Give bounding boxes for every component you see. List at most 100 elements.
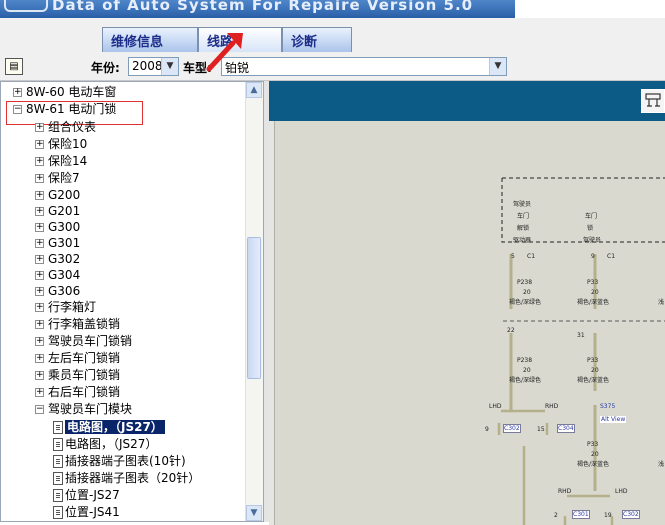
model-select[interactable]: 铂锐 ▼ [221,57,507,76]
tree-item[interactable]: + G200 [35,187,80,203]
tree-item[interactable]: −8W-61 电动门锁 [13,101,116,117]
tree-item[interactable]: + G201 [35,203,80,219]
expand-icon[interactable]: + [35,337,44,346]
wiring-diagram: 驾驶员 车门 解锁 驱动器 车门 锁 驾驶员 5 C1 9 C1 P238 20… [274,121,665,525]
tree-item[interactable]: 位置-JS27 [53,487,120,503]
scroll-down-icon[interactable]: ▼ [246,505,262,521]
tree-item[interactable]: + 保险14 [35,153,87,169]
app-logo-icon [4,0,48,12]
tree-item[interactable]: + 驾驶员车门锁销 [35,333,132,349]
expand-icon[interactable]: + [35,287,44,296]
notes-icon[interactable]: ▤ [5,58,23,75]
diagram-label: 15 [537,426,545,433]
tree-item[interactable]: + 保险10 [35,136,87,152]
diagram-label: 19 [604,512,612,519]
expand-icon[interactable]: + [35,371,44,380]
document-icon [53,421,63,434]
diagram-label: S375 [600,403,616,410]
tree-item[interactable]: 位置-JS41 [53,504,120,520]
diagram-label: 褐色/深绿色 [509,299,542,306]
diagram-label: LHD [615,488,628,495]
tree-item[interactable]: + 左后车门锁销 [35,350,120,366]
collapse-icon[interactable]: − [35,405,44,414]
diagram-label: 解锁 [517,225,530,232]
diagram-label: 车门 [517,213,530,220]
tree-item[interactable]: + G301 [35,235,80,251]
tree-item[interactable]: +8W-60 电动车窗 [13,84,116,100]
document-icon [53,438,63,451]
tree-item[interactable]: + 保险7 [35,170,80,186]
tree-item[interactable]: + 行李箱灯 [35,299,96,315]
diagram-label: 浅 [658,299,665,306]
chevron-down-icon[interactable]: ▼ [489,58,506,75]
diagram-label: C302 [622,510,640,519]
expand-icon[interactable]: + [35,388,44,397]
diagram-label: 褐色/深蓝色 [577,377,610,384]
diagram-label: 驱动器 [513,237,532,244]
diagram-label: 车门 [585,213,598,220]
diagram-label: 31 [577,332,585,339]
expand-icon[interactable]: + [13,88,22,97]
tree-item[interactable]: + 乘员车门锁销 [35,367,120,383]
diagram-label: 驾驶员 [583,237,602,244]
tree-item[interactable]: + 行李箱盖锁销 [35,316,120,332]
scroll-thumb[interactable] [247,237,261,379]
chevron-down-icon[interactable]: ▼ [161,58,178,75]
tree-item[interactable]: + 组合仪表 [35,119,96,135]
title-bar: Data of Auto System For Repaire Version … [0,0,515,18]
tab-wiring[interactable]: 线路 [198,27,282,52]
diagram-label: C301 [572,510,590,519]
expand-icon[interactable]: + [35,320,44,329]
tree-item[interactable]: + G304 [35,267,80,283]
diagram-label: 22 [507,327,515,334]
tree-item[interactable]: 插接器端子图表（20针） [53,470,200,486]
tree-item[interactable]: + 右后车门锁销 [35,384,120,400]
tree-item-selected[interactable]: 电路图，（JS27） [53,419,165,435]
diagram-label: Alt View [600,416,627,423]
expand-icon[interactable]: + [35,354,44,363]
expand-icon[interactable]: + [35,303,44,312]
diagram-label: 20 [591,289,599,296]
tree-item[interactable]: 电路图，（JS27） [53,436,157,452]
tree-item[interactable]: + G302 [35,251,80,267]
tree-pane: +8W-60 电动车窗 −8W-61 电动门锁 + 组合仪表 + 保险10 + 保险1… [0,81,264,522]
document-icon [53,472,63,485]
expand-icon[interactable]: + [35,239,44,248]
expand-icon[interactable]: + [35,191,44,200]
diagram-view-icon[interactable] [641,89,665,113]
document-icon [53,506,63,519]
window-title: Data of Auto System For Repaire Version … [52,0,474,14]
scroll-up-icon[interactable]: ▲ [246,82,262,98]
diagram-label: 褐色/深蓝色 [577,461,610,468]
year-select[interactable]: 2008 ▼ [128,57,179,76]
tree-scrollbar[interactable]: ▲ ▼ [245,82,263,521]
diagram-label: P33 [587,279,599,286]
diagram-label: P33 [587,441,599,448]
tree-item[interactable]: − 驾驶员车门模块 [35,401,132,417]
tab-repair-info[interactable]: 维修信息 [102,27,198,52]
diagram-label: LHD [489,403,502,410]
expand-icon[interactable]: + [35,157,44,166]
expand-icon[interactable]: + [35,223,44,232]
diagram-label: 褐色/深绿色 [509,377,542,384]
collapse-icon[interactable]: − [13,105,22,114]
tree-item[interactable]: + G306 [35,283,80,299]
diagram-label: 锁 [587,225,594,232]
diagram-label: 9 [591,253,595,260]
expand-icon[interactable]: + [35,123,44,132]
model-label: 车型: [183,61,212,75]
tree-item[interactable]: + G300 [35,219,80,235]
diagram-label: 2 [554,512,558,519]
diagram-label: 褐色/深蓝色 [577,299,610,306]
expand-icon[interactable]: + [35,271,44,280]
expand-icon[interactable]: + [35,174,44,183]
expand-icon[interactable]: + [35,255,44,264]
tree-item[interactable]: 插接器端子图表(10针) [53,453,186,469]
expand-icon[interactable]: + [35,207,44,216]
diagram-label: 20 [591,367,599,374]
document-icon [53,455,63,468]
diagram-label: 5 [511,253,515,260]
diagram-label: 20 [591,451,599,458]
tab-diagnosis[interactable]: 诊断 [282,27,352,52]
expand-icon[interactable]: + [35,140,44,149]
